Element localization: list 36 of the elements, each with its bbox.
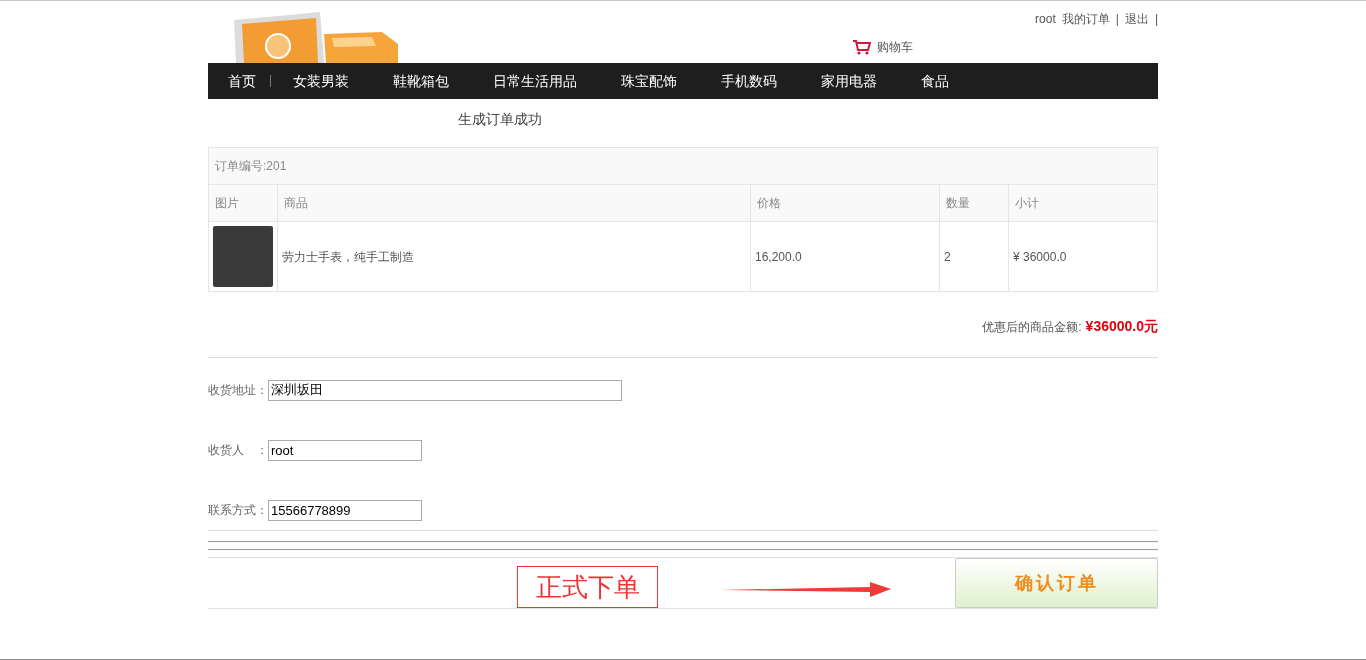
top-link[interactable]: 退出 [1124,10,1149,28]
column-header: 小计 [1008,184,1158,222]
field-label: 收货地址： [208,382,268,399]
input-field[interactable]: root [268,439,422,461]
cart-link[interactable]: 购物车 [877,38,913,56]
divider-text: | [1115,11,1119,28]
field-label: 联系方式： [208,502,268,519]
top-link[interactable]: 我的订单 [1061,10,1110,28]
column-header: 数量 [939,184,1009,222]
field-label: 收货人 ： [208,442,268,459]
nav-link[interactable]: 鞋靴箱包 [371,70,471,92]
nav-link[interactable]: 珠宝配饰 [599,70,699,92]
nav-link[interactable]: 日常生活用品 [471,70,599,92]
column-header: 商品 [277,184,751,222]
table-cell: 2 [939,221,1009,292]
column-header: 价格 [750,184,940,222]
cart-icon[interactable] [853,39,871,55]
column-header: 图片 [208,184,278,222]
table-cell: 劳力士手表，纯手工制造 [277,221,751,292]
nav-link[interactable]: 女装男装 [271,70,371,92]
page-title: 生成订单成功 [457,110,543,129]
nav-link[interactable]: 家用电器 [799,70,899,92]
order-number: 订单编号:201 [208,147,1158,185]
nav-link[interactable]: 首页 [228,70,270,92]
input-field[interactable]: 深圳坂田 [268,379,622,401]
top-link[interactable]: root [1035,10,1056,28]
table-cell: 16,200.0 [750,221,940,292]
total-amount: ¥36000.0元 [1085,317,1158,336]
divider-text: | [1154,11,1158,28]
table-cell: ¥ 36000.0 [1008,221,1158,292]
photo-placeholder [213,226,273,287]
annotation-label: 正式下单 [517,566,658,608]
input-field[interactable]: 15566778899 [268,499,422,521]
total-label: 优惠后的商品金额: [982,319,1082,336]
nav-link[interactable]: 食品 [899,70,971,92]
nav-link[interactable]: 手机数码 [699,70,799,92]
